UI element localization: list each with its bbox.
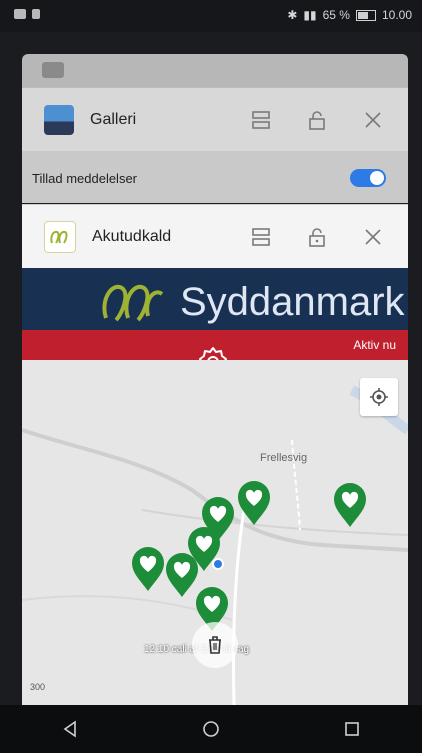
bluetooth-icon: ✱ bbox=[287, 8, 298, 22]
navigation-bar bbox=[0, 705, 422, 753]
card-akutudkald-content[interactable]: Syddanmark Aktiv nu Frellesvig 12:10 cal… bbox=[22, 268, 408, 705]
split-screen-button[interactable] bbox=[240, 99, 282, 141]
battery-percent: 65 % bbox=[322, 8, 350, 22]
recents-view: Galleri Tillad meddelelser Akutudkald Sy… bbox=[0, 32, 422, 705]
logo-text: Syddanmark bbox=[180, 280, 405, 324]
locate-button[interactable] bbox=[360, 378, 398, 416]
notifications-label: Tillad meddelelser bbox=[32, 171, 138, 186]
close-icon bbox=[365, 229, 381, 245]
gallery-icon bbox=[44, 105, 74, 135]
battery-icon bbox=[355, 9, 376, 21]
akutudkald-icon bbox=[44, 221, 76, 253]
map-view[interactable]: Frellesvig 12:10 cali sag 300 bbox=[22, 360, 408, 705]
close-icon bbox=[365, 112, 381, 128]
gallery-notification-icon bbox=[14, 9, 26, 19]
close-button[interactable] bbox=[352, 99, 394, 141]
region-logo-band: Syddanmark bbox=[22, 268, 408, 330]
back-icon bbox=[63, 720, 77, 738]
signal-icon: ▮▮ bbox=[303, 8, 317, 22]
aed-pin[interactable] bbox=[332, 482, 368, 528]
map-scale: 300 bbox=[30, 682, 46, 692]
notifications-toggle[interactable] bbox=[350, 169, 386, 187]
region-logo-mark bbox=[102, 284, 164, 322]
user-location-marker bbox=[212, 558, 224, 570]
home-icon bbox=[203, 721, 219, 737]
split-screen-button[interactable] bbox=[240, 216, 282, 258]
clock: 10.00 bbox=[381, 8, 412, 22]
home-button[interactable] bbox=[191, 709, 231, 749]
trash-icon bbox=[209, 636, 221, 654]
lock-button[interactable] bbox=[296, 216, 338, 258]
back-button[interactable] bbox=[50, 709, 90, 749]
status-right: ✱ ▮▮ 65 % 10.00 bbox=[287, 8, 412, 22]
app-name: Galleri bbox=[90, 111, 137, 128]
split-screen-icon bbox=[252, 228, 270, 246]
recents-button[interactable] bbox=[332, 709, 372, 749]
aed-pin[interactable] bbox=[236, 480, 272, 526]
place-label: Frellesvig bbox=[260, 452, 308, 464]
close-button[interactable] bbox=[352, 216, 394, 258]
locate-icon bbox=[370, 388, 388, 406]
app-name: Akutudkald bbox=[92, 228, 172, 245]
clear-all-button[interactable] bbox=[192, 622, 238, 668]
card-akutudkald-header[interactable]: Akutudkald bbox=[22, 204, 408, 269]
recents-icon bbox=[344, 722, 359, 736]
app-icon bbox=[42, 62, 64, 78]
lock-icon bbox=[309, 111, 325, 130]
lock-icon bbox=[309, 228, 325, 247]
aed-pin[interactable] bbox=[130, 546, 166, 592]
notification-icons bbox=[14, 9, 40, 19]
split-screen-icon bbox=[252, 111, 270, 129]
lock-button[interactable] bbox=[296, 99, 338, 141]
status-label: Aktiv nu bbox=[353, 338, 396, 352]
message-notification-icon bbox=[32, 9, 40, 19]
card-galleri-content[interactable]: Tillad meddelelser bbox=[22, 151, 408, 203]
card-galleri-header[interactable]: Galleri bbox=[22, 87, 408, 152]
status-bar: ✱ ▮▮ 65 % 10.00 bbox=[0, 0, 422, 32]
